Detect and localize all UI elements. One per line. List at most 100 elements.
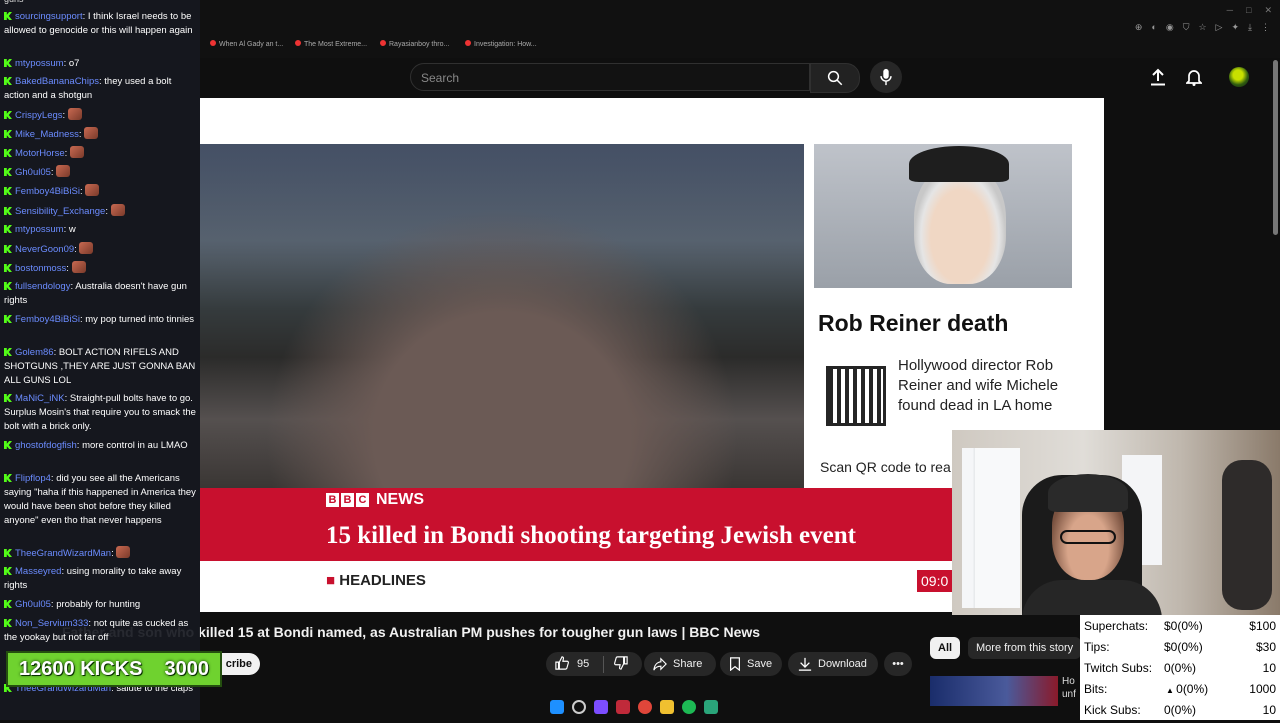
stat-goal: 10 [1262, 661, 1276, 675]
download-button[interactable]: Download [788, 652, 878, 676]
chip-more-from-story[interactable]: More from this story [968, 637, 1082, 659]
chat-message: mtypossum: w [4, 223, 198, 237]
close-icon[interactable]: ✕ [1264, 5, 1272, 16]
chat-message: Flipflop4: did you see all the Americans… [4, 472, 198, 528]
chat-username[interactable]: ghostofdogfish [15, 440, 77, 451]
kicks-goal-bar: 12600 KICKS 3000 [6, 651, 222, 687]
app-icon[interactable] [704, 700, 718, 714]
chat-username[interactable]: fullsendology [15, 281, 70, 292]
extension-icon[interactable]: ◐ [1151, 22, 1156, 33]
emote-icon [69, 146, 84, 158]
search-icon[interactable] [572, 700, 586, 714]
chat-username[interactable]: Sensibility_Exchange [15, 206, 105, 217]
chat-message: Gh0ul05: [4, 165, 198, 180]
upload-icon[interactable] [1150, 68, 1166, 91]
download-icon[interactable]: ⤓ [1248, 22, 1252, 33]
emote-icon [67, 108, 82, 120]
share-button[interactable]: Share [644, 652, 716, 676]
chat-username[interactable]: Femboy4BiBiSi [15, 186, 80, 197]
room-window [962, 448, 1020, 608]
voice-search-button[interactable] [870, 61, 902, 93]
chat-username[interactable]: MotorHorse [15, 148, 65, 159]
search-input[interactable]: Search [410, 63, 810, 91]
save-button[interactable]: Save [720, 652, 782, 676]
bookmark-icon[interactable]: ☆ [1198, 22, 1206, 33]
chrome-icon[interactable] [638, 700, 652, 714]
chat-username[interactable]: Golem86 [15, 347, 54, 358]
like-dislike-group: 95 [546, 652, 642, 676]
obs-icon[interactable] [616, 700, 630, 714]
more-actions-button[interactable]: ••• [884, 652, 912, 676]
maximize-icon[interactable]: □ [1246, 5, 1251, 16]
kick-badge-icon [4, 441, 12, 449]
kick-badge-icon [4, 77, 12, 85]
chat-username[interactable]: mtypossum [15, 224, 64, 235]
chat-username[interactable]: CrispyLegs [15, 110, 63, 121]
stat-value-wrap: ▲ 0(0%) [1166, 682, 1208, 696]
download-icon [798, 657, 812, 671]
stat-label: Kick Subs: [1084, 703, 1141, 717]
like-button[interactable] [555, 655, 569, 673]
chat-username[interactable]: BakedBananaChips [15, 76, 99, 87]
chat-username[interactable]: Gh0ul05 [15, 167, 51, 178]
chat-username[interactable]: Masseyred [15, 566, 61, 577]
minimize-icon[interactable]: ─ [1227, 5, 1233, 16]
more-icon: ••• [892, 658, 904, 670]
spotify-icon[interactable] [682, 700, 696, 714]
emote-icon [85, 184, 100, 196]
kick-badge-icon [4, 348, 12, 356]
emote-icon [84, 127, 99, 139]
tab[interactable]: Rayasianboy thro... [380, 40, 449, 48]
chip-all[interactable]: All [930, 637, 961, 659]
chat-username[interactable]: Gh0ul05 [15, 599, 51, 610]
chat-message: Sensibility_Exchange: [4, 204, 198, 219]
chat-username[interactable]: TheeGrandWizardMan [15, 548, 111, 559]
avatar[interactable] [1229, 67, 1249, 87]
bbc-letter: B [326, 493, 339, 507]
emote-icon [79, 242, 94, 254]
chat-message: mtypossum: o7 [4, 57, 198, 71]
chat-text: probably for hunting [56, 599, 141, 610]
puzzle-icon[interactable]: ✦ [1231, 22, 1239, 33]
tab[interactable]: When Al Gady an t... [210, 40, 283, 48]
chat-username[interactable]: Femboy4BiBiSi [15, 314, 80, 325]
chat-username[interactable]: Mike_Madness [15, 129, 79, 140]
tab[interactable]: Investigation: How... [465, 40, 537, 48]
chat-username[interactable]: NeverGoon09 [15, 244, 74, 255]
dislike-button[interactable] [603, 655, 628, 673]
extension-icon[interactable]: ◉ [1166, 22, 1174, 33]
kick-badge-icon [4, 567, 12, 575]
chat-username[interactable]: Non_Servium333 [15, 618, 88, 629]
person-body [1022, 580, 1162, 615]
chat-username[interactable]: sourcingsupport [15, 11, 83, 22]
chat-message: MaNiC_iNK: Straight-pull bolts have to g… [4, 392, 198, 434]
menu-icon[interactable]: ⋮ [1261, 22, 1270, 33]
chat-username[interactable]: bostonmoss [15, 263, 66, 274]
notifications-icon[interactable] [1184, 68, 1204, 91]
chat-username[interactable]: mtypossum [15, 58, 64, 69]
chat-message: TheeGrandWizardMan: [4, 546, 198, 561]
headline-text: 15 killed in Bondi shooting targeting Je… [326, 522, 856, 549]
related-video-title[interactable]: Ho unf [1062, 675, 1076, 701]
chat-message: Non_Servium333: not quite as cucked as t… [4, 617, 198, 645]
zoom-icon[interactable]: ⊕ [1135, 22, 1143, 33]
windows-start-icon[interactable] [550, 700, 564, 714]
browser-toolbar: ⊕ ◐ ◉ ⛉ ☆ ▷ ✦ ⤓ ⋮ [1135, 22, 1270, 33]
folder-icon[interactable] [660, 700, 674, 714]
shield-icon[interactable]: ⛉ [1183, 22, 1190, 33]
chat-message: ghostofdogfish: more control in au LMAO [4, 439, 198, 453]
stat-row: Twitch Subs: 0(0%) 10 [1084, 661, 1280, 681]
discord-icon[interactable] [594, 700, 608, 714]
related-video-thumbnail[interactable] [930, 676, 1058, 706]
chat-username[interactable]: MaNiC_iNK [15, 393, 65, 404]
glasses [1060, 530, 1116, 544]
download-label: Download [818, 658, 867, 670]
tab[interactable]: The Most Extreme... [295, 40, 367, 48]
search-button[interactable] [810, 63, 860, 93]
scrollbar[interactable] [1273, 60, 1278, 235]
chat-username[interactable]: Flipflop4 [15, 473, 51, 484]
chat-text: w [68, 224, 76, 235]
kick-badge-icon [4, 59, 12, 67]
play-icon[interactable]: ▷ [1216, 22, 1223, 33]
stat-value: $0(0%) [1164, 640, 1203, 654]
